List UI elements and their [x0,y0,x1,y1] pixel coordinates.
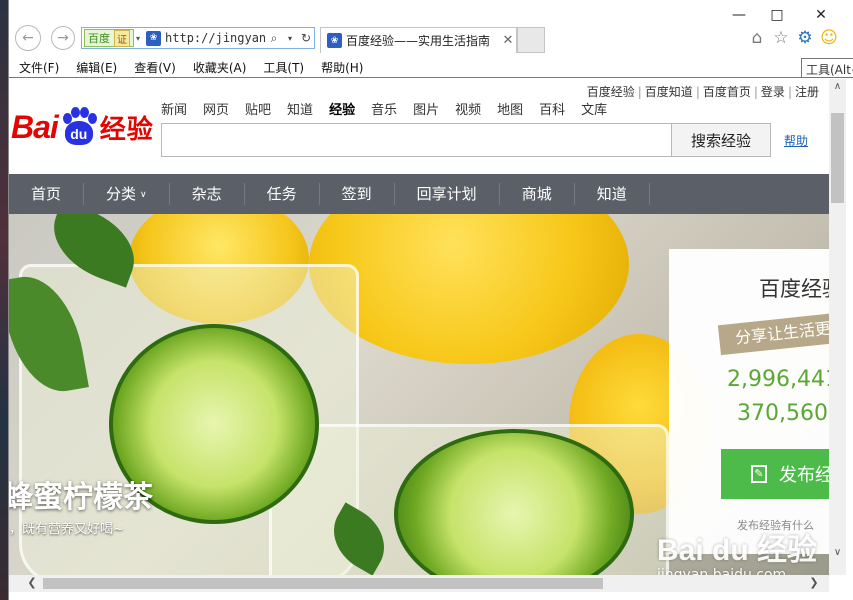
desktop-background [0,0,8,600]
hero-subtitle: ，既有营养又好喝~ [9,522,124,537]
subnav-images[interactable]: 图片 [413,99,439,118]
edit-icon: ✎ [751,465,767,483]
nav-zhidao[interactable]: 知道 [575,183,650,205]
chevron-down-icon: ∨ [140,189,147,200]
menu-bar: 文件(F) 编辑(E) 查看(V) 收藏夹(A) 工具(T) 帮助(H) [9,58,853,78]
nav-category-label: 分类 [106,185,137,203]
search-icon[interactable]: ⌕ [266,31,282,46]
main-nav: 首页 分类 ∨ 杂志 任务 签到 回享计划 商城 知道 [9,174,829,214]
address-bar[interactable]: 百度 证 ▾ ❀ http://jingyan.b ⌕ ▾ ↻ [81,27,315,49]
baidu-watermark: Bai du 经验 jingyan.baidu.com [657,525,817,575]
subnav-news[interactable]: 新闻 [161,99,187,118]
subnav-zhidao[interactable]: 知道 [287,99,313,118]
paw-logo-icon: du [59,107,99,147]
tab-favicon-icon: ❀ [327,33,342,48]
panel-slogan-ribbon: 分享让生活更美好 [717,308,829,356]
toplink-baidu-home[interactable]: 百度首页 [703,85,751,99]
menu-favorites[interactable]: 收藏夹(A) [193,59,247,76]
tab-active[interactable]: ❀ 百度经验——实用生活指南 ✕ [320,27,517,53]
back-button[interactable]: ← [15,25,41,51]
toplink-login[interactable]: 登录 [761,85,785,99]
subnav-wenku[interactable]: 文库 [581,99,607,118]
scroll-left-icon[interactable]: ❮ [25,576,39,590]
window-bottom-edge [9,592,853,600]
arrow-left-icon: ← [22,30,34,46]
menu-tools[interactable]: 工具(T) [263,59,304,76]
search-form: 搜索经验 [161,123,771,157]
smiley-feedback-icon[interactable]: ☺ [819,28,839,48]
nav-tasks[interactable]: 任务 [245,183,320,205]
certificate-icon: 证 [114,29,130,47]
hero-title[interactable]: 蜂蜜柠檬茶 [9,472,153,516]
logo-du-text: du [64,121,93,145]
vertical-scroll-thumb[interactable] [831,113,844,203]
site-favicon-icon: ❀ [146,30,162,46]
baidu-jingyan-logo[interactable]: Bai du 经验 [11,105,154,149]
refresh-icon[interactable]: ↻ [298,31,314,45]
subnav-music[interactable]: 音乐 [371,99,397,118]
menu-help[interactable]: 帮助(H) [321,59,363,76]
url-text[interactable]: http://jingyan.b [165,31,266,45]
menu-file[interactable]: 文件(F) [19,59,59,76]
horizontal-scroll-thumb[interactable] [43,578,603,589]
gear-icon[interactable]: ⚙ [795,28,815,48]
nav-reward-plan[interactable]: 回享计划 [395,183,500,205]
identity-dropdown-icon[interactable]: ▾ [136,34,140,43]
subnav-map[interactable]: 地图 [497,99,523,118]
nav-mall[interactable]: 商城 [500,183,575,205]
hero-banner[interactable]: 蜂蜜柠檬茶 ，既有营养又好喝~ 百度经验 分享让生活更美好 2,996,441 … [9,214,829,575]
watermark-logo: Bai du 经验 [657,534,818,567]
tab-title: 百度经验——实用生活指南 [346,34,491,48]
menu-edit[interactable]: 编辑(E) [76,59,117,76]
maximize-button[interactable]: □ [765,6,789,24]
scroll-down-icon[interactable]: ∨ [831,547,844,561]
vertical-scrollbar[interactable]: ∧ ∨ [829,79,846,575]
site-identity-badge[interactable]: 百度 证 [84,29,134,47]
toplink-zhidao[interactable]: 百度知道 [645,85,693,99]
search-button[interactable]: 搜索经验 [671,123,771,157]
toplink-register[interactable]: 注册 [795,85,819,99]
close-window-button[interactable]: ✕ [809,6,833,24]
search-input[interactable] [161,123,671,157]
subnav-video[interactable]: 视频 [455,99,481,118]
forward-button[interactable]: → [51,26,75,50]
subnav-tieba[interactable]: 贴吧 [245,99,271,118]
nav-home[interactable]: 首页 [9,183,85,205]
toplink-jingyan[interactable]: 百度经验 [587,85,635,99]
subnav-web[interactable]: 网页 [203,99,229,118]
scroll-right-icon[interactable]: ❯ [807,576,821,590]
publish-label: 发布经验 [779,465,829,486]
arrow-right-icon: → [57,30,69,46]
browser-window: ← → 百度 证 ▾ ❀ http://jingyan.b ⌕ ▾ ↻ ❀ 百度… [8,0,853,600]
home-icon[interactable]: ⌂ [747,28,767,48]
site-identity-label: 百度 [88,32,110,45]
nav-checkin[interactable]: 签到 [320,183,395,205]
stats-panel: 百度经验 分享让生活更美好 2,996,441 370,560 ✎ 发布经验 发… [669,249,829,554]
help-link[interactable]: 帮助 [784,132,808,149]
top-links: 百度经验 | 百度知道 | 百度首页 | 登录 | 注册 [586,85,819,99]
nav-magazine[interactable]: 杂志 [170,183,245,205]
stat-user-count: 370,560 [737,401,828,426]
web-page: 百度经验 | 百度知道 | 百度首页 | 登录 | 注册 Bai du 经验 新闻 网页 贴吧 … [9,79,829,575]
product-nav: 新闻 网页 贴吧 知道 经验 音乐 图片 视频 地图 百科 文库 [161,99,623,118]
publish-experience-button[interactable]: ✎ 发布经验 [721,449,829,499]
new-tab-button[interactable] [517,27,545,53]
dropdown-icon[interactable]: ▾ [282,34,298,43]
stat-experience-count: 2,996,441 [727,367,829,392]
logo-jingyan-text: 经验 [99,114,154,145]
horizontal-scrollbar[interactable]: ❮ ❯ [9,575,829,592]
tools-tooltip: 工具(Alt+ [801,58,853,78]
logo-bai-text: Bai [11,108,59,145]
panel-title: 百度经验 [759,277,829,301]
favorites-star-icon[interactable]: ☆ [771,28,791,48]
subnav-baike[interactable]: 百科 [539,99,565,118]
menu-view[interactable]: 查看(V) [134,59,176,76]
minimize-button[interactable]: — [727,6,751,24]
close-tab-icon[interactable]: ✕ [500,33,516,48]
scroll-up-icon[interactable]: ∧ [831,81,844,95]
nav-category[interactable]: 分类 ∨ [84,183,170,205]
browser-toolbar: ← → 百度 证 ▾ ❀ http://jingyan.b ⌕ ▾ ↻ ❀ 百度… [9,0,853,58]
subnav-jingyan[interactable]: 经验 [329,99,355,118]
